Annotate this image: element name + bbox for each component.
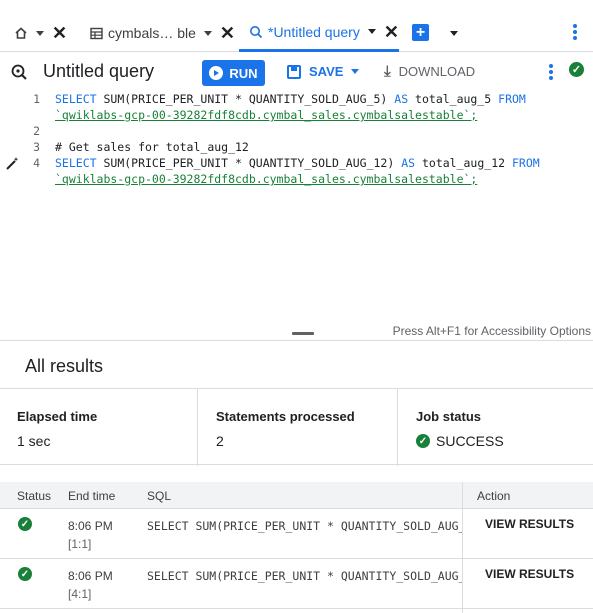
line-number: 3 (33, 140, 40, 154)
editor-line: 4 SELECT SUM(PRICE_PER_UNIT * QUANTITY_S… (0, 156, 593, 172)
home-icon (15, 27, 27, 39)
code-line: `qwiklabs-gcp-00-39282fdf8cdb.cymbal_sal… (55, 172, 478, 186)
statement-position: [1:1] (68, 537, 92, 551)
statements-value: 2 (216, 433, 224, 449)
run-button[interactable]: RUN (202, 60, 265, 86)
editor-line: 3 # Get sales for total_aug_12 (0, 140, 593, 156)
column-end-time: End time (68, 489, 116, 503)
tab-home[interactable]: ✕ (14, 14, 84, 52)
query-toolbar: Untitled query RUN SAVE ⤓ DOWNLOAD ✓ (0, 52, 593, 92)
query-icon (11, 64, 27, 80)
results-header: All results (0, 341, 593, 388)
results-table: Status End time SQL Action ✓ 8:06 PM [1:… (0, 482, 593, 613)
save-button[interactable]: SAVE (287, 64, 367, 79)
job-stats: Elapsed time 1 sec Statements processed … (0, 388, 593, 466)
tab-bar: ✕ cymbals… ble ✕ *Untitled query ✕ + (0, 0, 593, 52)
action-column-divider (462, 482, 593, 613)
close-icon[interactable]: ✕ (52, 24, 67, 42)
line-number: 4 (33, 156, 40, 170)
new-tab-button[interactable]: + (412, 24, 429, 41)
editor-line: 2 (0, 124, 593, 140)
query-tab-menu-icon[interactable] (367, 29, 376, 34)
editor-line: 1 SELECT SUM(PRICE_PER_UNIT * QUANTITY_S… (0, 92, 593, 108)
editor-line: `qwiklabs-gcp-00-39282fdf8cdb.cymbal_sal… (0, 108, 593, 124)
save-icon (287, 64, 301, 79)
sql-editor[interactable]: 1 SELECT SUM(PRICE_PER_UNIT * QUANTITY_S… (0, 92, 593, 340)
home-tab-menu-icon[interactable] (36, 30, 44, 36)
more-vert-icon[interactable] (572, 24, 578, 42)
close-icon[interactable]: ✕ (384, 23, 399, 41)
more-vert-icon[interactable] (549, 64, 553, 82)
save-label: SAVE (309, 64, 344, 79)
sql-cell: SELECT SUM(PRICE_PER_UNIT * QUANTITY_SOL… (147, 519, 462, 533)
run-label: RUN (229, 65, 258, 81)
play-icon (209, 66, 224, 80)
editor-line: `qwiklabs-gcp-00-39282fdf8cdb.cymbal_sal… (0, 172, 593, 188)
job-status-label: Job status (416, 409, 482, 424)
job-status-text: SUCCESS (436, 433, 504, 449)
end-time-cell: 8:06 PM [1:1] (68, 517, 113, 553)
close-icon[interactable]: ✕ (220, 24, 235, 42)
code-line: SELECT SUM(PRICE_PER_UNIT * QUANTITY_SOL… (55, 156, 540, 170)
table-tab-menu-icon[interactable] (203, 30, 212, 36)
job-status-stat: Job status ✓ SUCCESS (397, 389, 593, 466)
download-label: DOWNLOAD (398, 64, 476, 79)
statements-label: Statements processed (216, 409, 355, 424)
accessibility-hint: Press Alt+F1 for Accessibility Options (392, 324, 591, 338)
code-line: `qwiklabs-gcp-00-39282fdf8cdb.cymbal_sal… (55, 108, 478, 122)
statements-stat: Statements processed 2 (197, 389, 397, 466)
tab-label: *Untitled query (268, 23, 360, 40)
tab-untitled-query[interactable]: *Untitled query ✕ (239, 14, 399, 52)
magic-wand-icon[interactable] (5, 155, 21, 171)
tab-table[interactable]: cymbals… ble ✕ (90, 14, 235, 52)
column-status: Status (17, 489, 52, 503)
column-sql: SQL (147, 489, 172, 503)
download-icon: ⤓ (384, 63, 391, 80)
chevron-down-icon (351, 69, 360, 74)
results-title: All results (25, 356, 104, 376)
end-time-cell: 8:06 PM [4:1] (68, 567, 113, 603)
code-comment: # Get sales for total_aug_12 (55, 140, 249, 154)
query-title: Untitled query (43, 61, 155, 81)
line-number: 1 (33, 92, 40, 106)
success-check-icon: ✓ (18, 567, 32, 581)
query-icon (250, 25, 263, 38)
elapsed-time-value: 1 sec (17, 433, 51, 449)
sql-cell: SELECT SUM(PRICE_PER_UNIT * QUANTITY_SOL… (147, 569, 462, 583)
download-button[interactable]: ⤓ DOWNLOAD (384, 64, 475, 79)
resize-handle[interactable] (292, 332, 314, 335)
success-check-icon: ✓ (416, 434, 430, 448)
end-time: 8:06 PM (68, 519, 113, 533)
statement-position: [4:1] (68, 587, 92, 601)
line-number: 2 (33, 124, 40, 138)
success-check-icon: ✓ (18, 517, 32, 531)
job-status-value: ✓ SUCCESS (416, 433, 504, 449)
code-line: SELECT SUM(PRICE_PER_UNIT * QUANTITY_SOL… (55, 92, 526, 106)
tab-label: cymbals… ble (108, 25, 196, 41)
validator-check-icon[interactable]: ✓ (569, 62, 584, 77)
end-time: 8:06 PM (68, 569, 113, 583)
elapsed-time-label: Elapsed time (17, 409, 98, 424)
table-icon (90, 27, 103, 39)
elapsed-time-stat: Elapsed time 1 sec (17, 389, 197, 466)
new-tab-menu-icon[interactable] (450, 31, 458, 36)
